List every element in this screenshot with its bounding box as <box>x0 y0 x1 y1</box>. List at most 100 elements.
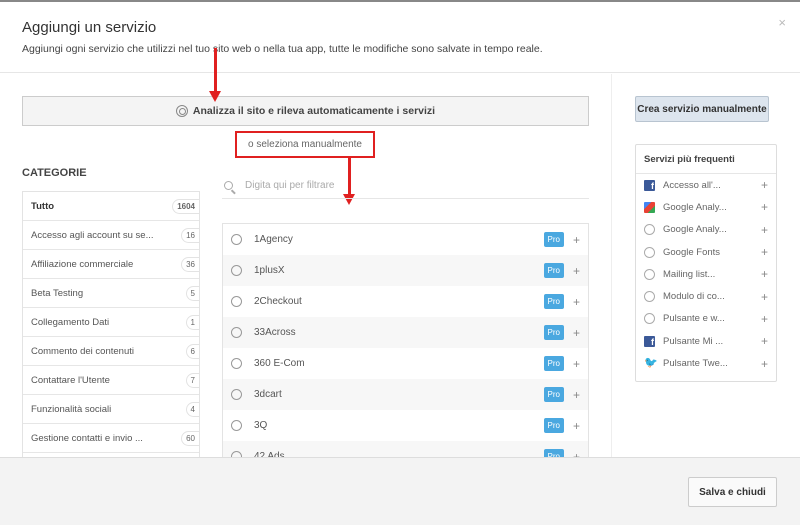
globe-icon <box>644 268 655 280</box>
analyze-label: Analizza il sito e rileva automaticament… <box>192 105 436 117</box>
frequent-services-panel: Servizi più frequenti f Accesso all'... + G… <box>635 144 777 382</box>
save-and-close-button[interactable]: Salva e chiudi <box>688 477 777 507</box>
category-count: 5 <box>185 285 199 301</box>
globe-icon <box>231 420 242 431</box>
modal-subtitle: Aggiungi ogni servizio che utilizzi nel … <box>22 43 543 55</box>
category-count: 16 <box>181 227 199 243</box>
add-service-icon[interactable]: + <box>761 200 768 214</box>
modal-footer <box>0 457 800 525</box>
category-count: 1 <box>185 314 199 330</box>
frequent-service-item[interactable]: Pulsante e w... + <box>636 308 776 330</box>
service-name: 1Agency <box>254 234 293 245</box>
frequent-service-item[interactable]: Mailing list... + <box>636 263 776 285</box>
pro-badge: Pro <box>543 232 564 247</box>
search-input[interactable]: Digita qui per filtrare <box>245 180 334 191</box>
add-service-icon[interactable]: + <box>573 326 580 340</box>
globe-icon <box>231 358 242 369</box>
service-row[interactable]: 2Checkout Pro + <box>223 286 588 317</box>
frequent-service-name: Modulo di co... <box>663 291 725 303</box>
add-service-icon[interactable]: + <box>573 357 580 371</box>
category-label: Commento dei contenuti <box>31 345 134 357</box>
add-service-icon[interactable]: + <box>761 178 768 192</box>
service-row[interactable]: 1plusX Pro + <box>223 255 588 286</box>
twitter-icon: 🐦 <box>644 357 658 370</box>
service-row[interactable]: 1Agency Pro + <box>223 224 588 255</box>
service-name: 33Across <box>254 327 296 338</box>
frequent-service-name: Accesso all'... <box>663 179 721 191</box>
category-label: Accesso agli account su se... <box>31 229 154 241</box>
category-item[interactable]: Tutto 1604 <box>23 192 199 221</box>
column-divider <box>611 74 612 457</box>
add-service-icon[interactable]: + <box>761 245 768 259</box>
category-item[interactable]: Accesso agli account su se... 16 <box>23 221 199 250</box>
service-row[interactable]: 360 E-Com Pro + <box>223 348 588 379</box>
service-row[interactable]: 3dcart Pro + <box>223 379 588 410</box>
service-row[interactable]: 3Q Pro + <box>223 410 588 441</box>
add-service-icon[interactable]: + <box>573 419 580 433</box>
add-service-icon[interactable]: + <box>573 450 580 458</box>
category-item[interactable]: Commento dei contenuti 6 <box>23 337 199 366</box>
globe-icon <box>231 327 242 338</box>
add-service-icon[interactable]: + <box>573 264 580 278</box>
filter-search[interactable]: Digita qui per filtrare <box>222 172 589 199</box>
facebook-icon: f <box>644 335 655 347</box>
category-item[interactable]: Beta Testing 5 <box>23 279 199 308</box>
create-service-button[interactable]: Crea servizio manualmente <box>635 96 769 122</box>
analyze-site-button[interactable]: Analizza il sito e rileva automaticament… <box>22 96 589 126</box>
close-icon[interactable]: × <box>778 15 786 30</box>
globe-icon <box>644 246 655 258</box>
category-item[interactable]: Funzionalità sociali 4 <box>23 395 199 424</box>
frequent-service-item[interactable]: 🐦 Pulsante Twe... + <box>636 352 776 374</box>
select-manually-label: o seleziona manualmente <box>235 131 375 158</box>
add-service-icon[interactable]: + <box>573 388 580 402</box>
category-item[interactable]: Affiliazione commerciale 36 <box>23 250 199 279</box>
pro-badge: Pro <box>543 449 564 457</box>
pro-badge: Pro <box>543 356 564 371</box>
frequent-service-item[interactable]: f Accesso all'... + <box>636 174 776 196</box>
service-name: 2Checkout <box>254 296 302 307</box>
frequent-service-item[interactable]: f Pulsante Mi ... + <box>636 330 776 352</box>
service-name: 3Q <box>254 420 268 431</box>
frequent-services-title: Servizi più frequenti <box>636 145 776 174</box>
service-name: 3dcart <box>254 389 282 400</box>
google-icon <box>644 201 655 213</box>
add-service-icon[interactable]: + <box>761 290 768 304</box>
category-label: Collegamento Dati <box>31 316 110 328</box>
add-service-icon[interactable]: + <box>761 223 768 237</box>
service-row[interactable]: 42 Ads Pro + <box>223 441 588 457</box>
add-service-icon[interactable]: + <box>761 334 768 348</box>
globe-icon <box>644 291 655 303</box>
category-label: Funzionalità sociali <box>31 403 112 415</box>
category-count: 60 <box>181 430 199 446</box>
facebook-icon: f <box>644 179 655 191</box>
category-count: 4 <box>185 401 199 417</box>
globe-icon <box>644 224 655 236</box>
globe-icon <box>644 313 655 325</box>
frequent-service-name: Google Analy... <box>663 224 727 236</box>
add-service-icon[interactable]: + <box>573 233 580 247</box>
category-item[interactable]: Contattare l'Utente 7 <box>23 366 199 395</box>
frequent-service-name: Mailing list... <box>663 268 716 280</box>
add-service-icon[interactable]: + <box>761 312 768 326</box>
frequent-service-item[interactable]: Google Analy... + <box>636 219 776 241</box>
add-service-icon[interactable]: + <box>761 357 768 371</box>
frequent-service-name: Google Analy... <box>663 201 727 213</box>
frequent-service-item[interactable]: Modulo di co... + <box>636 285 776 307</box>
frequent-service-name: Pulsante Mi ... <box>663 335 724 347</box>
service-row[interactable]: 33Across Pro + <box>223 317 588 348</box>
category-label: Tutto <box>31 200 55 212</box>
service-name: 1plusX <box>254 265 285 276</box>
frequent-service-name: Google Fonts <box>663 246 721 258</box>
pro-badge: Pro <box>543 294 564 309</box>
category-count: 1604 <box>172 198 199 214</box>
globe-icon <box>231 265 242 276</box>
category-count: 36 <box>181 256 199 272</box>
add-service-icon[interactable]: + <box>573 295 580 309</box>
add-service-icon[interactable]: + <box>761 267 768 281</box>
category-item[interactable]: Gestione contatti e invio ... 60 <box>23 424 199 453</box>
category-list: Tutto 1604 Accesso agli account su se... 16… <box>22 191 200 457</box>
pro-badge: Pro <box>543 325 564 340</box>
category-item[interactable]: Collegamento Dati 1 <box>23 308 199 337</box>
frequent-service-item[interactable]: Google Analy... + <box>636 196 776 218</box>
frequent-service-item[interactable]: Google Fonts + <box>636 241 776 263</box>
